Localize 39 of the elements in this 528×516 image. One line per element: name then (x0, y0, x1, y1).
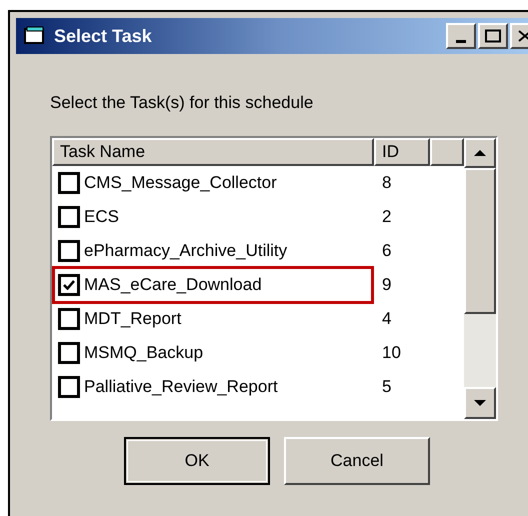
task-name: MSMQ_Backup (84, 342, 204, 364)
minimize-button[interactable] (446, 23, 476, 49)
task-name: Palliative_Review_Report (84, 376, 279, 398)
column-header[interactable]: ID (374, 138, 430, 166)
scroll-thumb[interactable] (464, 168, 496, 314)
checkbox[interactable] (58, 274, 80, 296)
task-id: 10 (382, 342, 401, 364)
task-name: ePharmacy_Archive_Utility (84, 240, 288, 262)
task-id: 9 (382, 274, 392, 296)
task-name: ECS (84, 206, 120, 228)
task-id: 6 (382, 240, 392, 262)
checkbox[interactable] (58, 240, 80, 262)
prompt-text: Select the Task(s) for this schedule (50, 92, 314, 114)
checkbox[interactable] (58, 172, 80, 194)
ok-button[interactable]: OK (124, 436, 270, 484)
checkmark-icon (63, 280, 75, 290)
checkbox[interactable] (58, 308, 80, 330)
up-arrow-icon (474, 150, 486, 156)
task-id: 2 (382, 206, 392, 228)
task-name: MDT_Report (84, 308, 182, 330)
scroll-down-button[interactable] (464, 386, 496, 418)
checkbox[interactable] (58, 342, 80, 364)
task-id: 8 (382, 172, 392, 194)
scroll-up-button[interactable] (464, 138, 496, 168)
scrollbar[interactable] (464, 138, 496, 418)
down-arrow-icon (474, 400, 486, 406)
checkbox[interactable] (58, 206, 80, 228)
task-id: 5 (382, 376, 392, 398)
window-title: Select Task (54, 24, 152, 48)
checkbox[interactable] (58, 376, 80, 398)
maximize-button[interactable] (478, 23, 508, 49)
task-name: MAS_eCare_Download (84, 274, 263, 296)
close-icon (518, 30, 528, 42)
minimize-icon (456, 40, 466, 43)
task-name: CMS_Message_Collector (84, 172, 278, 194)
maximize-icon (485, 29, 501, 43)
column-header[interactable]: Task Name (52, 138, 374, 166)
task-id: 4 (382, 308, 392, 330)
cancel-button[interactable]: Cancel (284, 436, 430, 484)
